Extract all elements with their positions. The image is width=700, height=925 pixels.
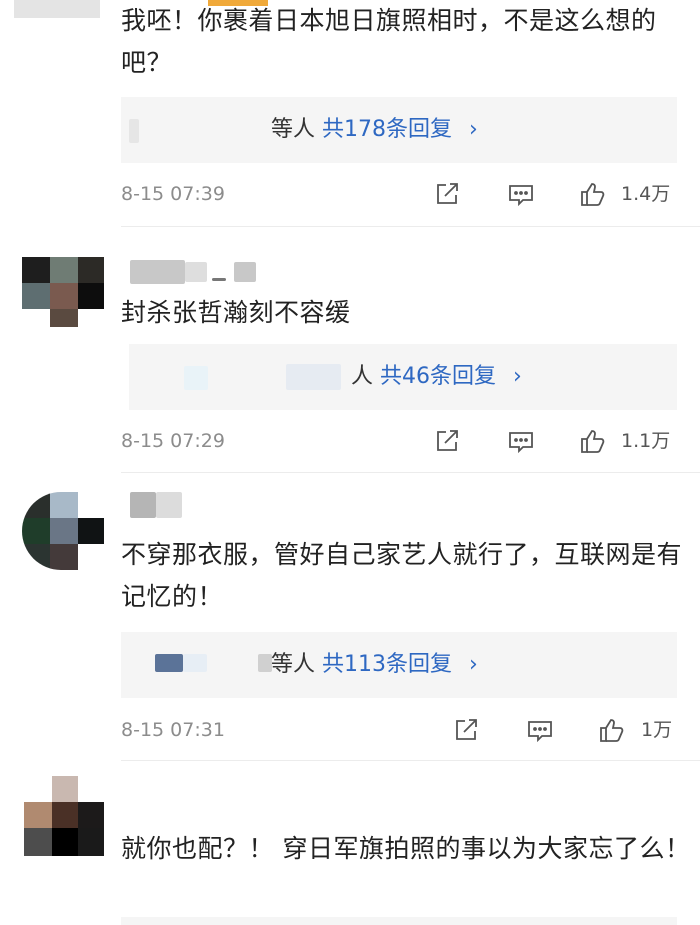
comment-time: 8-15 07:39 <box>121 183 225 205</box>
reply-summary-label: 等人 共113条回复 › <box>271 632 478 698</box>
like-count: 1.1万 <box>621 430 671 452</box>
share-icon[interactable] <box>433 427 461 455</box>
reply-count[interactable]: 共113条回复 <box>322 652 452 677</box>
comment-icon[interactable] <box>526 716 554 744</box>
reply-summary[interactable]: 等人 共113条回复 › <box>121 632 677 698</box>
avatar[interactable] <box>22 257 104 327</box>
reply-users: 等人 <box>271 117 316 142</box>
divider <box>121 472 700 473</box>
like-count: 1.4万 <box>621 183 671 205</box>
comment-time: 8-15 07:29 <box>121 430 225 452</box>
like-count: 1万 <box>641 719 673 741</box>
comment-time: 8-15 07:31 <box>121 719 225 741</box>
avatar[interactable] <box>24 776 104 856</box>
divider <box>121 226 700 227</box>
reply-users: 人 <box>351 364 374 389</box>
reply-summary-label: 人 共46条回复 › <box>351 344 522 410</box>
comment-meta: 8-15 07:29 1.1万 <box>121 423 691 459</box>
username[interactable] <box>130 260 270 284</box>
chevron-right-icon: › <box>469 652 478 677</box>
reply-summary[interactable]: 等人 共178条回复 › <box>121 97 677 163</box>
chevron-right-icon: › <box>469 117 478 142</box>
username[interactable] <box>130 492 190 518</box>
comment-text: 我呸！你裹着日本旭日旗照相时，不是这么想的吧？ <box>121 6 657 77</box>
comment-meta: 8-15 07:31 1万 <box>121 712 691 748</box>
avatar[interactable] <box>14 0 100 18</box>
reply-summary[interactable]: 人 共46条回复 › <box>129 344 677 410</box>
reply-summary[interactable] <box>121 917 677 925</box>
thumbs-up-icon[interactable] <box>579 180 607 208</box>
share-icon[interactable] <box>433 180 461 208</box>
thumbs-up-icon[interactable] <box>598 716 626 744</box>
divider <box>121 760 700 761</box>
comment-icon[interactable] <box>507 180 535 208</box>
chevron-right-icon: › <box>513 364 522 389</box>
comment-meta: 8-15 07:39 1.4万 <box>121 176 691 212</box>
comment-feed: 我呸！你裹着日本旭日旗照相时，不是这么想的吧？ 等人 共178条回复 › 8-1… <box>0 0 700 925</box>
avatar[interactable] <box>22 492 104 570</box>
comment-icon[interactable] <box>507 427 535 455</box>
thumbs-up-icon[interactable] <box>579 427 607 455</box>
share-icon[interactable] <box>452 716 480 744</box>
reply-count[interactable]: 共46条回复 <box>380 364 496 389</box>
reply-users: 等人 <box>271 652 316 677</box>
comment-text: 不穿那衣服，管好自己家艺人就行了，互联网是有记忆的！ <box>121 540 683 611</box>
reply-summary-label: 等人 共178条回复 › <box>271 97 478 163</box>
comment-text: 封杀张哲瀚刻不容缓 <box>121 298 351 327</box>
reply-count[interactable]: 共178条回复 <box>322 117 452 142</box>
comment-text: 就你也配？！ 穿日军旗拍照的事以为大家忘了么！ <box>121 834 691 863</box>
